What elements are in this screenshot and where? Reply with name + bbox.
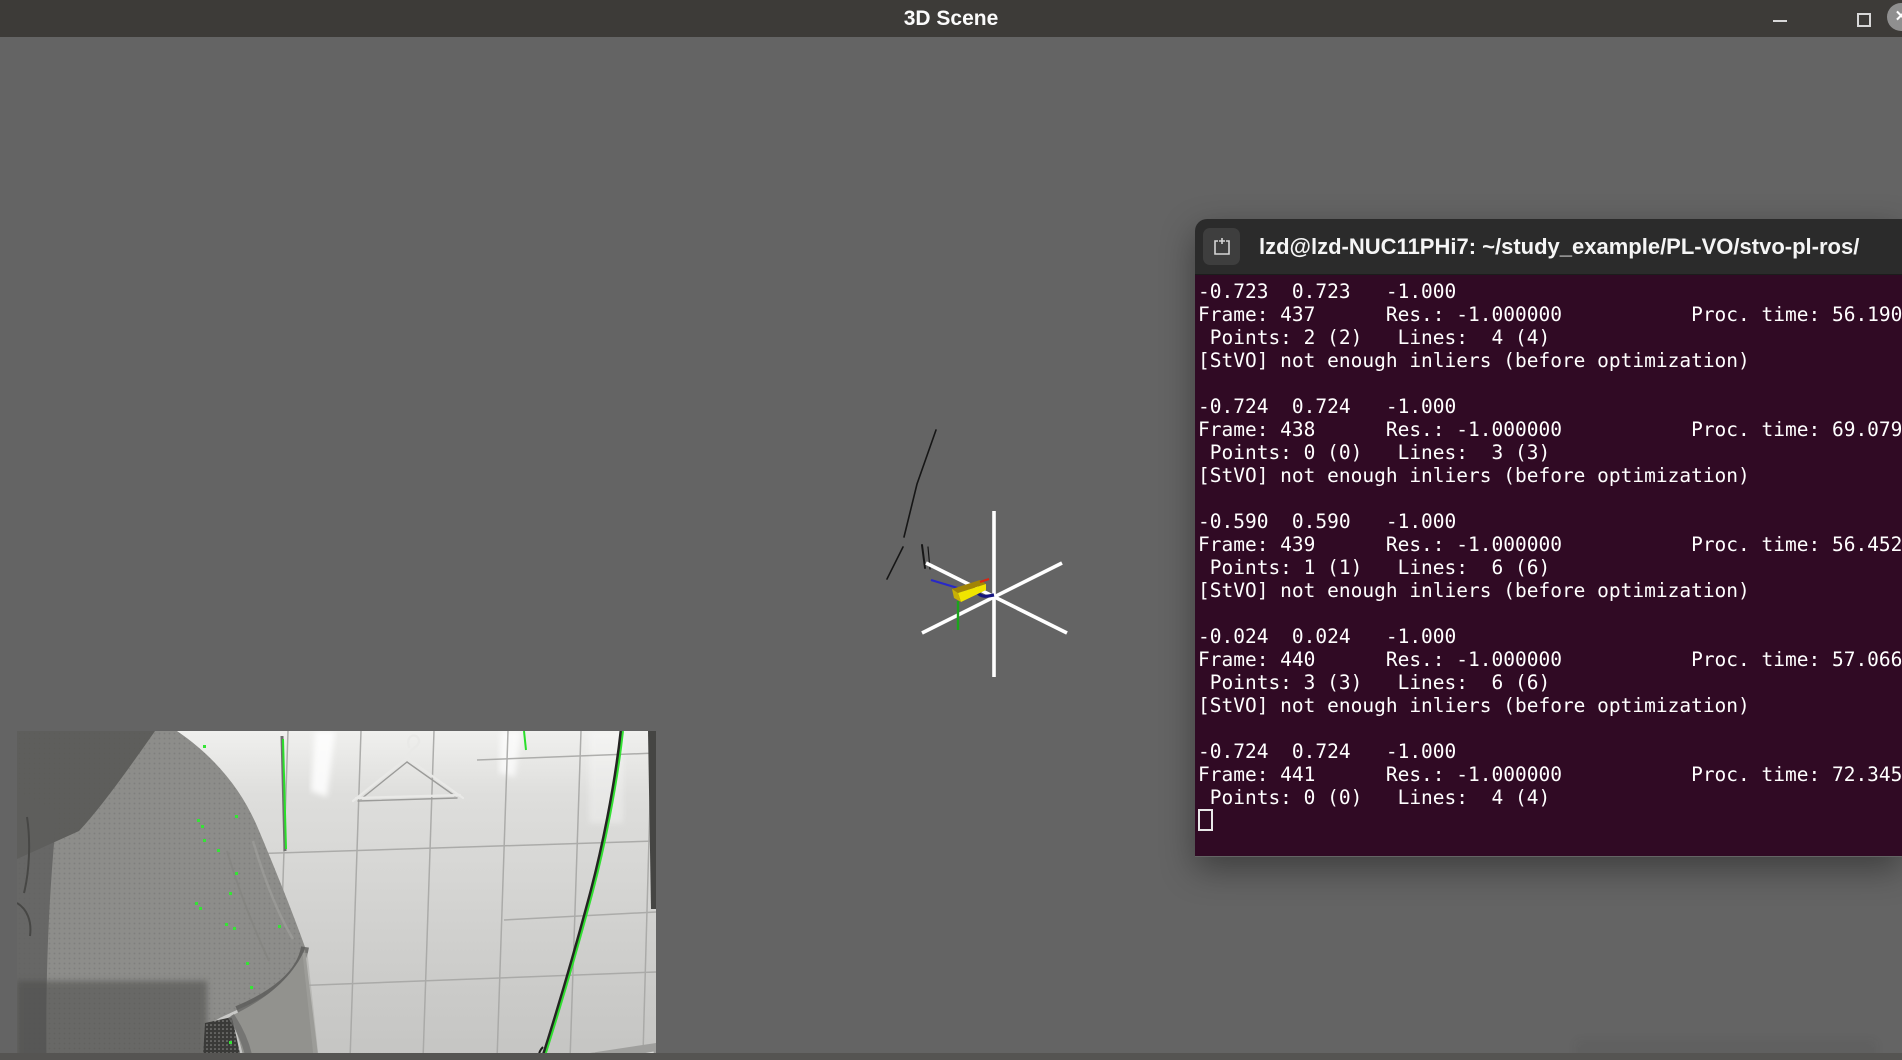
screen: 3D Scene ✕ lzd@lzd-NUC11PHi7: ~/study_ex…: [0, 0, 1902, 1060]
feature-point: [233, 927, 236, 930]
feature-point: [246, 962, 249, 965]
terminal-output[interactable]: -0.723 0.723 -1.000 Frame: 437 Res.: -1.…: [1195, 275, 1902, 856]
feature-point: [235, 815, 238, 818]
terminal-cursor: [1198, 809, 1213, 831]
new-tab-button[interactable]: [1203, 228, 1240, 265]
landmark-lines: [886, 429, 937, 580]
terminal-titlebar[interactable]: lzd@lzd-NUC11PHi7: ~/study_example/PL-VO…: [1195, 219, 1902, 275]
camera-pose-marker: [952, 577, 990, 630]
feature-point: [201, 825, 204, 828]
terminal-window: lzd@lzd-NUC11PHi7: ~/study_example/PL-VO…: [1195, 219, 1902, 857]
bottom-edge: [0, 1053, 1902, 1060]
feature-point: [225, 923, 228, 926]
3d-axes: [886, 429, 1068, 677]
maximize-icon: [1857, 13, 1871, 27]
close-icon: ✕: [1894, 8, 1902, 25]
marker-x-axis: [979, 577, 990, 584]
maximize-button[interactable]: [1848, 5, 1878, 33]
window-title: 3D Scene: [903, 7, 999, 30]
window-titlebar[interactable]: 3D Scene ✕: [0, 0, 1902, 37]
feature-point: [235, 872, 238, 875]
new-tab-icon: [1213, 237, 1230, 255]
feature-point: [195, 902, 198, 905]
terminal-text: -0.723 0.723 -1.000 Frame: 437 Res.: -1.…: [1198, 280, 1902, 832]
feature-point: [250, 986, 253, 989]
feature-point: [203, 745, 206, 748]
camera-feed-image: [17, 731, 656, 1060]
feature-point: [197, 819, 200, 822]
feature-point: [217, 849, 220, 852]
minimize-icon: [1773, 20, 1787, 22]
axes-cross: [921, 511, 1068, 677]
feature-point: [278, 925, 281, 928]
minimize-button[interactable]: [1764, 7, 1796, 33]
feature-point: [199, 907, 202, 910]
terminal-title: lzd@lzd-NUC11PHi7: ~/study_example/PL-VO…: [1259, 234, 1860, 259]
feature-point: [229, 892, 232, 895]
feature-point: [203, 839, 206, 842]
feature-point: [229, 1041, 232, 1044]
